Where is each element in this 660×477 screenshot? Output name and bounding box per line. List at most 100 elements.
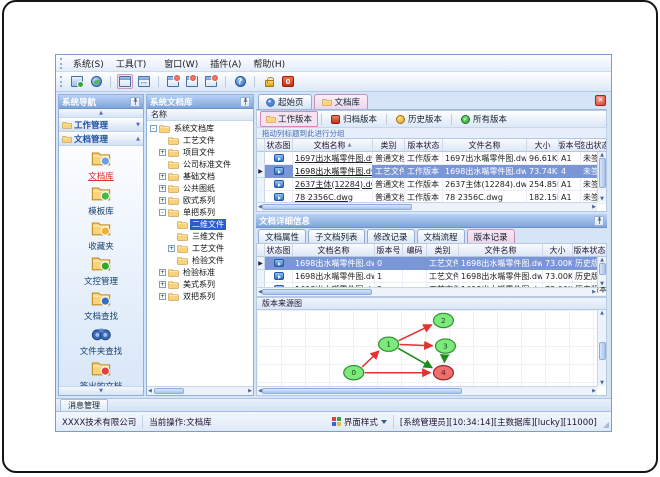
expand-toggle-icon[interactable]: + [159, 148, 166, 156]
column-header[interactable]: 版本号 [559, 139, 581, 152]
vertical-scrollbar[interactable]: ▲ ▼ [597, 152, 606, 202]
scroll-thumb[interactable] [598, 342, 606, 360]
detail-tab[interactable]: 文档流程 [416, 229, 465, 243]
column-header[interactable]: 类别 [427, 244, 459, 257]
scroll-down-icon[interactable]: ▼ [600, 380, 604, 386]
pin-icon[interactable] [130, 96, 140, 107]
scroll-thumb[interactable] [598, 158, 606, 188]
expand-toggle-icon[interactable]: + [159, 172, 166, 180]
close-icon[interactable]: ✕ [595, 95, 606, 106]
column-header[interactable]: 状态图 [265, 139, 293, 152]
sidebar-item-checked-out-docs[interactable]: 签出的文档 [59, 360, 143, 386]
tree-node[interactable]: + 基础文档 [147, 170, 253, 182]
scroll-thumb[interactable] [261, 204, 412, 210]
column-header[interactable]: 编码 [403, 244, 427, 257]
expand-toggle-icon[interactable]: + [159, 280, 166, 288]
tab-message-management[interactable]: 消息管理 [60, 399, 108, 411]
tab-document[interactable]: 起始页 [258, 94, 312, 109]
horizontal-scrollbar[interactable]: ◀ ▶ [257, 287, 597, 296]
expand-toggle-icon[interactable]: + [159, 184, 166, 192]
scroll-down-icon[interactable]: ▼ [600, 196, 604, 202]
tree-node[interactable]: + 公共图纸 [147, 182, 253, 194]
vertical-scrollbar[interactable]: ▲ ▼ [597, 257, 606, 287]
scroll-right-icon[interactable]: ▶ [592, 388, 596, 394]
sidebar-overflow-button[interactable]: ▼ [59, 386, 143, 395]
table-row[interactable]: ▶ 1698出水嘴零件图.dwg 0 工艺文件 1698出水嘴零件图.dwg 73.00K… [257, 257, 606, 270]
button-all-versions[interactable]: 所有版本 [455, 111, 513, 127]
column-header[interactable]: 大小 [543, 244, 573, 257]
sidebar-item-favorites[interactable]: 收藏夹 [59, 220, 143, 252]
window-close-3-icon[interactable] [203, 74, 219, 89]
graph-node-3[interactable]: 3 [434, 338, 457, 354]
toolbar-grip[interactable] [60, 76, 63, 87]
column-header[interactable]: 文档名称 ▲ [293, 139, 373, 152]
horizontal-scrollbar[interactable]: ◀ ▶ [257, 202, 597, 211]
column-header[interactable]: 版本状态 [573, 244, 606, 257]
tree-node[interactable]: 工艺文件 [147, 134, 253, 146]
table-row[interactable]: 1698出水嘴零件图.dwg1工艺文件1698出水嘴零件图.dwg73.00KB… [257, 270, 606, 283]
column-header[interactable]: 签出状态 [581, 139, 606, 152]
window-close-icon[interactable] [165, 74, 181, 89]
style-selector[interactable]: 界面样式 [326, 414, 394, 429]
sidebar-item-document-search[interactable]: 文档查找 [59, 290, 143, 322]
detail-tab[interactable]: 修改记录 [366, 229, 415, 243]
tree-node[interactable]: - 系统文档库 [147, 122, 253, 134]
menu-item[interactable]: 插件(A) [204, 59, 247, 71]
column-header[interactable]: 版本状态 [405, 139, 443, 152]
scroll-up-icon[interactable]: ▲ [600, 310, 604, 316]
globe-icon[interactable] [88, 74, 104, 89]
tree-node[interactable]: + 美式系列 [147, 278, 253, 290]
table-row[interactable]: ▶1698出水嘴零件图.dwg工艺文件工作版本1698出水嘴零件图.dwg73.… [257, 165, 606, 178]
sidebar-item-document-control[interactable]: 文控管理 [59, 255, 143, 287]
column-header[interactable]: 类别 [373, 139, 405, 152]
expand-toggle-icon[interactable]: + [168, 244, 175, 252]
column-header[interactable]: 状态图 [265, 244, 293, 257]
sidebar-item-document-library[interactable]: 文档库 [59, 150, 143, 182]
scroll-left-icon[interactable]: ◀ [148, 388, 152, 394]
window-grid-icon[interactable] [136, 74, 152, 89]
tree-node[interactable]: - 单把系列 [147, 206, 253, 218]
collapse-toggle-icon[interactable]: - [150, 124, 157, 132]
lock-icon[interactable] [261, 74, 277, 89]
tree-node[interactable]: + 双把系列 [147, 290, 253, 302]
pin-icon[interactable] [240, 96, 250, 107]
sidebar-collapse-button[interactable]: ▲ [59, 109, 143, 118]
scroll-down-icon[interactable]: ▼ [600, 281, 604, 287]
detail-tab-active[interactable]: 版本记录 [466, 229, 515, 243]
tree-horizontal-scrollbar[interactable]: ◀ ▶ [147, 386, 253, 395]
menu-item[interactable]: 工具(T) [110, 59, 153, 71]
button-work-version[interactable]: 工作版本 [260, 111, 319, 127]
tree-node[interactable]: + 欧式系列 [147, 194, 253, 206]
sidebar-group-collapsed[interactable]: 工作管理 ▼ [59, 118, 143, 132]
monitor-icon[interactable] [69, 74, 85, 89]
horizontal-scrollbar[interactable]: ◀ ▶ [257, 386, 597, 395]
collapse-toggle-icon[interactable]: - [159, 208, 166, 216]
vertical-scrollbar[interactable]: ▲ ▼ [597, 310, 606, 386]
graph-node-2[interactable]: 2 [432, 312, 455, 329]
tree-node[interactable]: 检验文件 [147, 254, 253, 266]
tree-node[interactable]: 三维文件 [147, 230, 253, 242]
tree-node[interactable]: 公司标准文件 [147, 158, 253, 170]
scroll-right-icon[interactable]: ▶ [248, 388, 252, 394]
resize-grip[interactable]: ◢ [603, 420, 611, 431]
sidebar-group-expanded[interactable]: 文档管理 ▲ [59, 132, 143, 146]
graph-node-0[interactable]: 0 [343, 365, 365, 381]
detail-tab[interactable]: 子文档列表 [308, 229, 365, 243]
pin-icon[interactable] [594, 215, 604, 226]
expand-toggle-icon[interactable]: + [159, 196, 166, 204]
tab-active-document[interactable]: 文档库 [313, 94, 369, 109]
tree-node[interactable]: + 项目文件 [147, 146, 253, 158]
column-header[interactable]: 大小 [527, 139, 559, 152]
button-history-version[interactable]: 历史版本 [390, 111, 448, 127]
graph-node-1[interactable]: 1 [378, 336, 400, 352]
menu-item[interactable]: 帮助(H) [247, 59, 291, 71]
expand-toggle-icon[interactable]: + [159, 292, 166, 300]
button-archive-version[interactable]: 归档版本 [325, 111, 383, 127]
expand-toggle-icon[interactable]: + [159, 268, 166, 276]
scroll-thumb[interactable] [261, 289, 372, 295]
menu-item[interactable]: 窗口(W) [158, 59, 204, 71]
tree-node[interactable]: + 检验标准 [147, 266, 253, 278]
window-icon[interactable] [117, 74, 133, 89]
table-row[interactable]: 2637主体(12284).dwg普通文档工作版本2637主体(12284).d… [257, 178, 606, 191]
scroll-thumb[interactable] [261, 388, 462, 394]
